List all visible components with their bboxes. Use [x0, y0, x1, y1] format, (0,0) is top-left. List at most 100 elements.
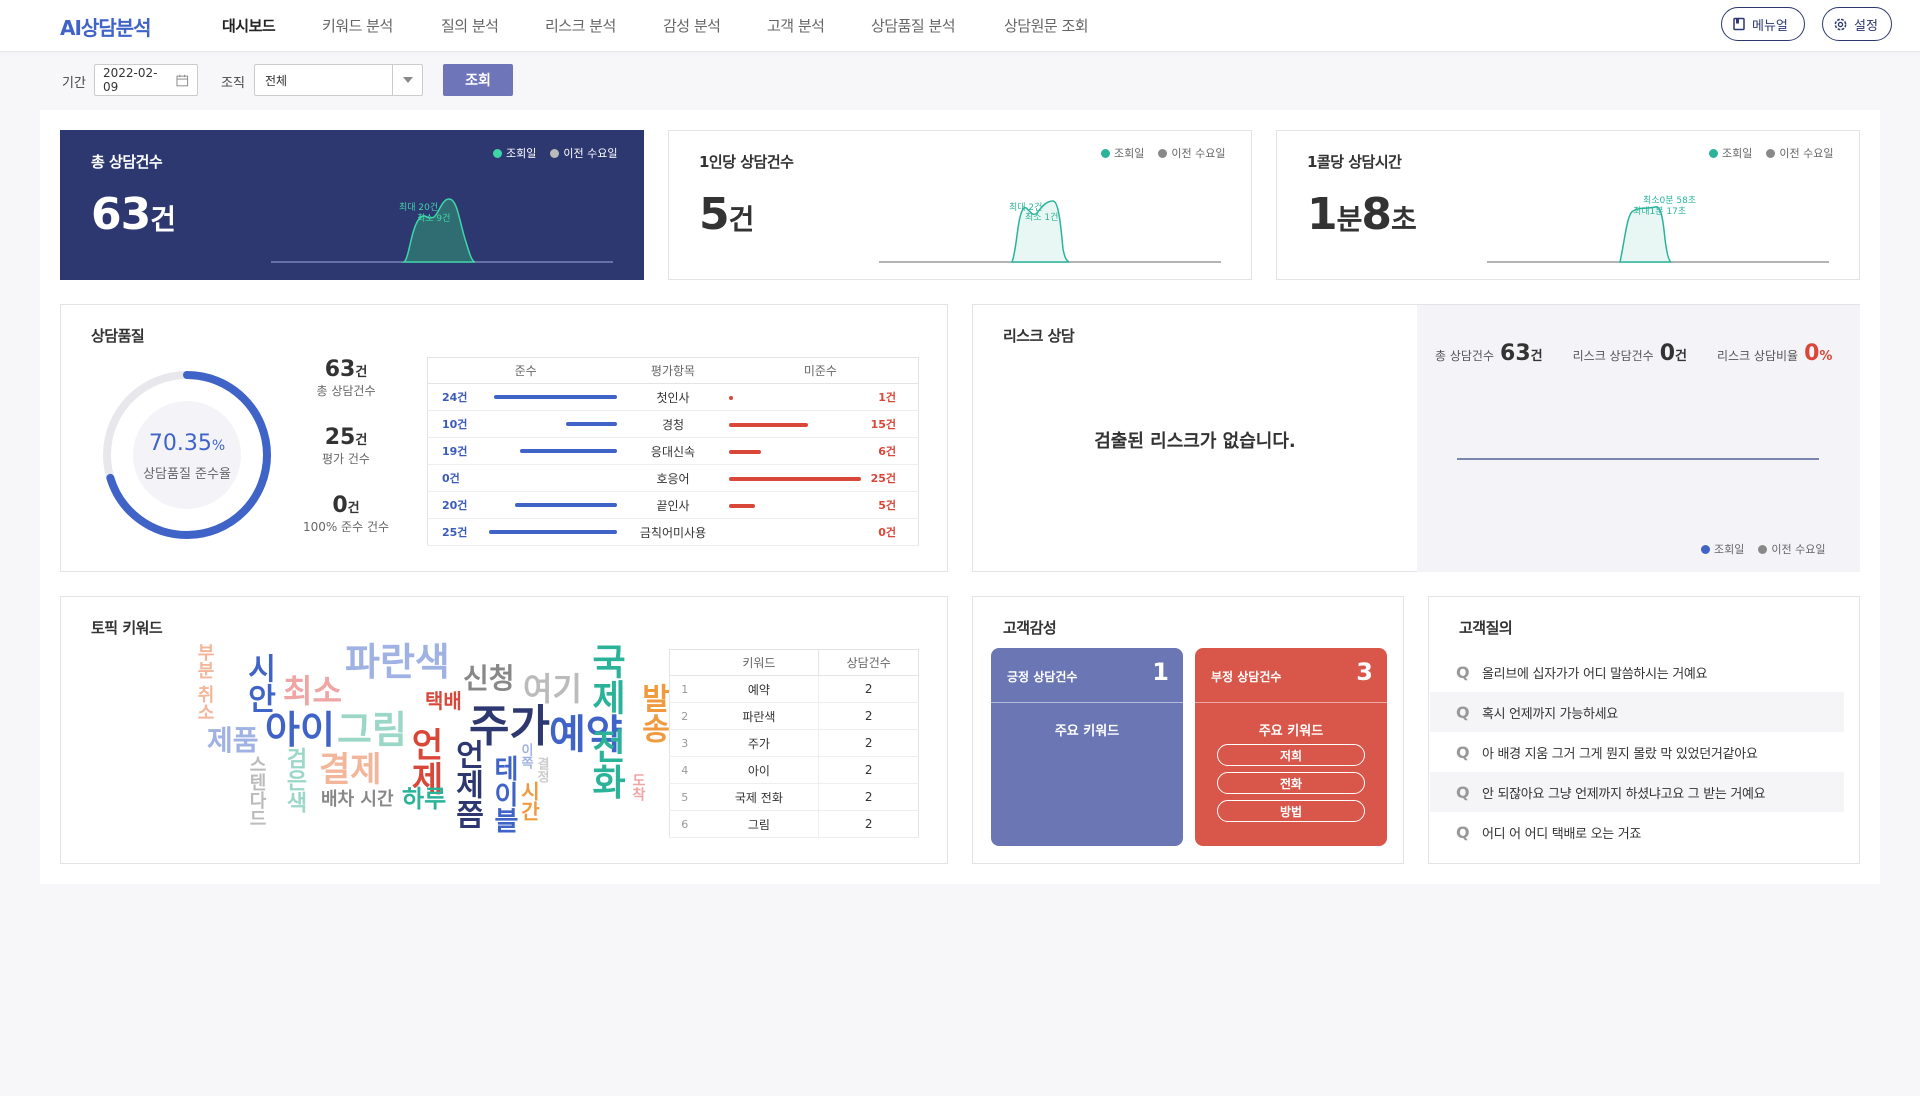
cloud-word: 최소	[283, 672, 342, 710]
peak-min-label: 최대1분 17초	[1633, 206, 1686, 217]
cloud-word: 스텐다드	[246, 755, 267, 827]
compliant-bar	[520, 449, 618, 453]
quality-title: 상담품질	[91, 327, 145, 345]
nav-quality-analysis[interactable]: 상담품질 분석	[871, 15, 956, 36]
nav-risk-analysis[interactable]: 리스크 분석	[545, 15, 616, 36]
compliant-bar	[515, 503, 618, 507]
cloud-word: 제품	[207, 724, 259, 757]
quality-row: 19건 응대신속 6건	[427, 437, 919, 465]
negative-keyword-pill[interactable]: 전화	[1217, 772, 1365, 794]
chart-legend: 조회일 이전 수요일	[1101, 145, 1225, 161]
date-picker[interactable]: 2022-02-09	[94, 64, 198, 96]
noncompliant-bar	[728, 504, 755, 508]
cloud-word: 부분 취소	[194, 643, 215, 722]
period-label: 기간	[62, 76, 86, 91]
keyword-row[interactable]: 6 그림 2	[669, 810, 919, 838]
query-item[interactable]: Q 올리브에 십자가가 어디 말씀하시는 거예요	[1430, 652, 1844, 692]
query-item[interactable]: Q안 되잖아요 그냥 언제까지 하셨냐고요 그 받는 거예요	[1430, 772, 1844, 812]
cloud-word: 언제쯤	[449, 739, 484, 829]
noncompliant-bar	[728, 450, 761, 454]
nav-customer-analysis[interactable]: 고객 분석	[767, 15, 825, 36]
col-item: 평가항목	[623, 357, 723, 384]
keyword-rank: 6	[669, 810, 700, 838]
app-logo[interactable]: AI상담분석	[60, 12, 152, 41]
keyword-count: 2	[818, 756, 919, 784]
cloud-word: 도착	[630, 773, 646, 801]
risk-empty-message: 검출된 리스크가 없습니다.	[1094, 431, 1296, 452]
query-item[interactable]: Q 어디 어 어디 택배로 오는 거죠	[1430, 812, 1844, 852]
chart-legend: 조회일 이전 수요일	[493, 145, 617, 161]
peak-max-label: 최소0분 58초	[1643, 195, 1696, 206]
query-item[interactable]: Q 혹시 언제까지 가능하세요	[1430, 692, 1844, 732]
nav-sentiment-analysis[interactable]: 감성 분석	[663, 15, 721, 36]
org-label: 조직	[221, 76, 245, 91]
kpi-sparkline: 최소0분 58초 최대1분 17초	[1487, 195, 1829, 263]
stat-full-compliance: 0건 100% 준수 건수	[302, 493, 390, 534]
peak-max-label: 최대 2건	[1009, 202, 1042, 213]
keyword-text: 그림	[699, 810, 820, 838]
legend-today: 조회일	[1714, 543, 1745, 556]
nav-dashboard[interactable]: 대시보드	[222, 15, 276, 36]
negative-count: 3	[1356, 658, 1373, 686]
keyword-row[interactable]: 4 아이 2	[669, 756, 919, 784]
noncompliant-count: 0건	[878, 526, 896, 539]
org-select[interactable]: 전체	[254, 64, 423, 96]
settings-button[interactable]: 설정	[1822, 7, 1892, 41]
risk-stats: 총 상담건수 63 건 리스크 상담건수 0건 리스크 상담비율 0%	[1435, 341, 1833, 366]
manual-label: 메뉴얼	[1752, 18, 1788, 34]
query-item[interactable]: Q아 배경 지움 그거 그게 뭔지 몰랐 막 있었던거같아요	[1430, 732, 1844, 772]
keyword-count: 2	[818, 810, 919, 838]
cloud-word: 이쪽	[518, 743, 533, 769]
keyword-text: 주가	[699, 729, 820, 757]
col-count: 상담건수	[818, 649, 919, 676]
keyword-row[interactable]: 2 파란색 2	[669, 702, 919, 730]
keyword-row[interactable]: 5 국제 전화 2	[669, 783, 919, 811]
quality-rate: 70.35%	[148, 431, 226, 456]
quality-table: 준수 평가항목 미준수 24건 첫인사 1건 10건 경청 15건 19건 응대신속 6건 0건 호…	[427, 357, 919, 546]
compliant-count: 19건	[442, 445, 468, 458]
keyword-rank: 4	[669, 756, 700, 784]
compliant-bar	[566, 422, 618, 426]
noncompliant-count: 15건	[870, 418, 896, 431]
nav-query-analysis[interactable]: 질의 분석	[441, 15, 499, 36]
keyword-count: 2	[818, 702, 919, 730]
keyword-row[interactable]: 3 주가 2	[669, 729, 919, 757]
nav-keyword-analysis[interactable]: 키워드 분석	[322, 15, 393, 36]
quality-row: 0건 호응어 25건	[427, 464, 919, 492]
legend-prev: 이전 수요일	[1779, 147, 1834, 160]
compliant-count: 20건	[442, 499, 468, 512]
risk-title: 리스크 상담	[1003, 327, 1075, 345]
cloud-word: 검은색	[282, 747, 307, 813]
keyword-rank: 2	[669, 702, 700, 730]
negative-keyword-pill[interactable]: 방법	[1217, 800, 1365, 822]
gear-icon	[1834, 18, 1847, 30]
keyword-text: 국제 전화	[699, 783, 820, 811]
negative-keyword-pill[interactable]: 저희	[1217, 744, 1365, 766]
keyword-count: 2	[818, 729, 919, 757]
keyword-rank: 1	[669, 675, 700, 703]
cloud-word: 아이	[265, 708, 335, 752]
compliant-count: 0건	[442, 472, 460, 485]
kpi-card-total: 총 상담건수 조회일 이전 수요일 63건 최대 20건 최소 9건	[60, 130, 644, 280]
legend-prev: 이전 수요일	[1171, 147, 1226, 160]
peak-max-label: 최대 20건	[399, 202, 438, 213]
positive-keyword-title: 주요 키워드	[1054, 724, 1120, 739]
kpi-card-per-agent: 1인당 상담건수 조회일 이전 수요일 5건 최대 2건 최소 1건	[668, 130, 1252, 280]
legend-prev: 이전 수요일	[1771, 543, 1826, 556]
manual-button[interactable]: 메뉴얼	[1721, 7, 1805, 41]
nav-transcript-search[interactable]: 상담원문 조회	[1004, 15, 1089, 36]
search-button[interactable]: 조회	[443, 64, 513, 96]
noncompliant-bar	[728, 423, 808, 427]
negative-panel: 부정 상담건수 3 주요 키워드 저희 전화 방법	[1195, 648, 1387, 846]
col-compliant: 준수	[427, 357, 624, 384]
chart-legend: 조회일 이전 수요일	[1709, 145, 1833, 161]
noncompliant-bar	[728, 477, 861, 481]
keyword-row[interactable]: 1 예약 2	[669, 675, 919, 703]
col-keyword: 키워드	[699, 649, 820, 676]
cloud-word: 그림	[337, 708, 407, 752]
noncompliant-count: 25건	[870, 472, 896, 485]
kpi-sparkline: 최대 20건 최소 9건	[271, 198, 613, 263]
cloud-word: 파란색	[345, 640, 450, 684]
stat-total: 63건 총 상담건수	[316, 357, 376, 398]
cloud-word: 테이블	[489, 755, 519, 833]
